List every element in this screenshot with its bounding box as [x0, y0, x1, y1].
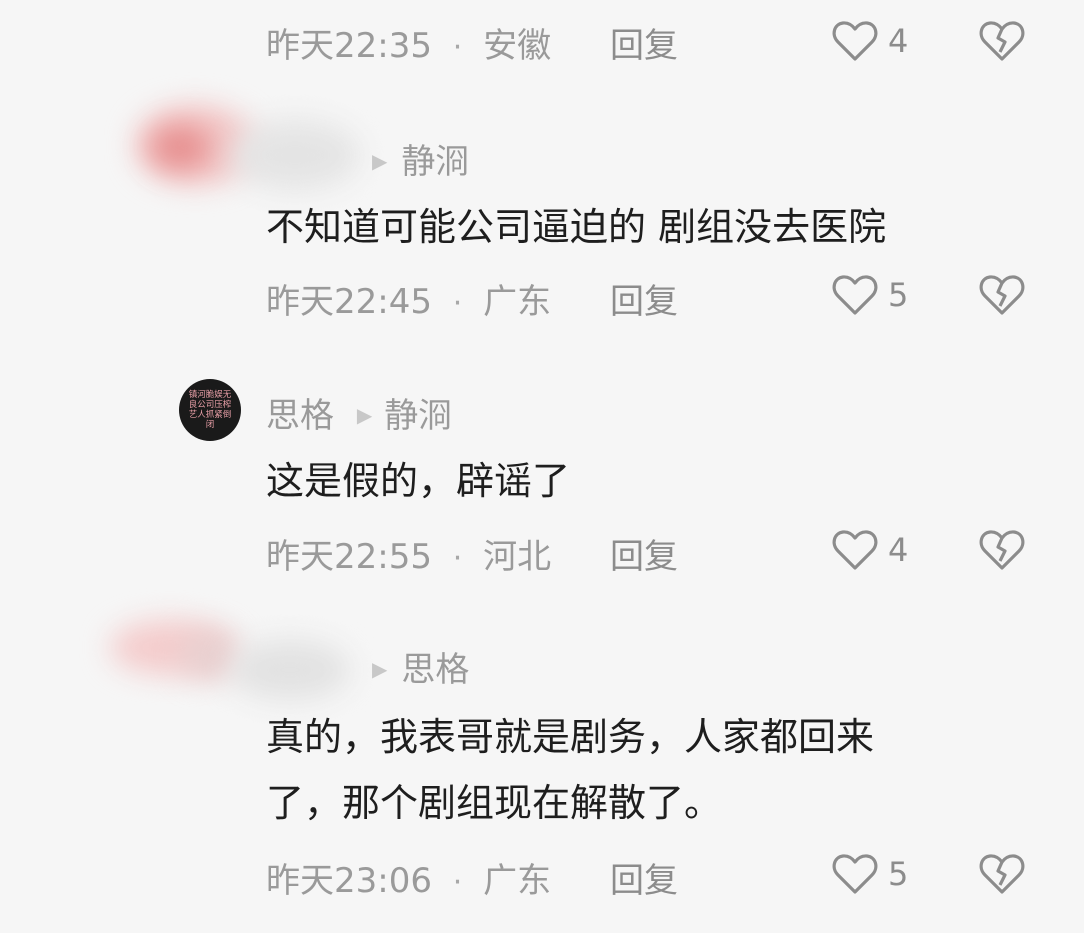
- separator-dot: ·: [452, 30, 463, 65]
- like-count: 5: [888, 855, 909, 893]
- heart-outline-icon[interactable]: [832, 853, 878, 895]
- reply-arrow-icon: ▶: [372, 149, 388, 173]
- comment-location: 广东: [483, 861, 552, 901]
- broken-heart-icon[interactable]: [979, 20, 1025, 62]
- avatar-text: 镇河脆娱无良公司压榨艺人抓紧倒闭: [188, 390, 232, 430]
- comment-2-meta: 昨天22:45 · 广东: [266, 274, 551, 323]
- comment-3-header: 思格 ▶ 静浻: [266, 388, 452, 437]
- separator-dot: ·: [452, 541, 463, 576]
- comment-text-line-1: 真的，我表哥就是剧务，人家都回来: [266, 715, 875, 759]
- comment-text: 不知道可能公司逼迫的 剧组没去医院: [266, 205, 887, 249]
- reply-arrow-icon: ▶: [372, 657, 388, 681]
- heart-outline-icon[interactable]: [832, 274, 878, 316]
- reply-button[interactable]: 回复: [610, 529, 678, 578]
- comment-time: 昨天23:06: [266, 861, 432, 901]
- broken-heart-icon[interactable]: [979, 274, 1025, 316]
- broken-heart-icon[interactable]: [979, 529, 1025, 571]
- comment-2-reply-header: ▶ 静浻: [372, 134, 469, 183]
- separator-dot: ·: [452, 865, 463, 900]
- heart-outline-icon[interactable]: [832, 529, 878, 571]
- like-count: 4: [888, 531, 909, 569]
- comment-4-reply-header: ▶ 思格: [372, 642, 469, 691]
- author-name[interactable]: 思格: [266, 396, 334, 436]
- comment-3-meta: 昨天22:55 · 河北: [266, 529, 551, 578]
- comment-1-meta: 昨天22:35 · 安徽: [266, 18, 551, 67]
- comment-location: 广东: [483, 282, 552, 322]
- comment-time: 昨天22:35: [266, 26, 432, 66]
- reply-target-name[interactable]: 思格: [401, 650, 469, 690]
- reply-button[interactable]: 回复: [610, 274, 678, 323]
- reply-button[interactable]: 回复: [610, 18, 678, 67]
- comment-text: 这是假的，辟谣了: [266, 459, 571, 503]
- reply-target-name[interactable]: 静浻: [401, 142, 469, 182]
- comment-time: 昨天22:55: [266, 537, 432, 577]
- comment-time: 昨天22:45: [266, 282, 432, 322]
- separator-dot: ·: [452, 286, 463, 321]
- comment-location: 河北: [483, 537, 552, 577]
- heart-outline-icon[interactable]: [832, 20, 878, 62]
- reply-button[interactable]: 回复: [610, 853, 678, 902]
- comment-location: 安徽: [483, 26, 552, 66]
- like-count: 5: [888, 276, 909, 314]
- avatar[interactable]: 镇河脆娱无良公司压榨艺人抓紧倒闭: [179, 379, 241, 441]
- comment-text-line-2: 了，那个剧组现在解散了。: [266, 781, 723, 825]
- comment-4-meta: 昨天23:06 · 广东: [266, 853, 551, 902]
- reply-arrow-icon: ▶: [356, 403, 373, 427]
- reply-target-name[interactable]: 静浻: [384, 396, 452, 436]
- like-count: 4: [888, 22, 909, 60]
- broken-heart-icon[interactable]: [979, 853, 1025, 895]
